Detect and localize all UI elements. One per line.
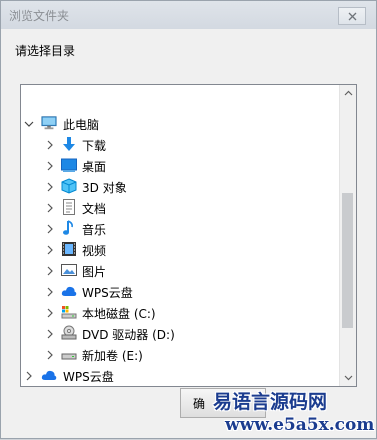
ok-button-label: 确 <box>192 396 205 411</box>
chevron-right-icon[interactable] <box>24 371 34 381</box>
document-icon <box>61 199 77 215</box>
desktop-icon <box>61 157 77 173</box>
tree-item-desktop[interactable]: 桌面 <box>21 155 340 176</box>
video-icon <box>61 241 77 257</box>
tree-item-label: 文档 <box>82 202 107 216</box>
cloud-icon <box>41 367 57 383</box>
cloud-icon <box>61 283 77 299</box>
title-bar[interactable]: 浏览文件夹 <box>1 1 376 29</box>
chevron-right-icon[interactable] <box>45 182 55 192</box>
dialog-body: 请选择目录 此电脑 下载 桌面 3D 对象 文档 音乐 视频 图片 WPS云盘 … <box>1 29 376 438</box>
chevron-right-icon[interactable] <box>45 287 55 297</box>
tree-item-label: 此电脑 <box>63 118 100 132</box>
tree-item-local-disk-c[interactable]: 本地磁盘 (C:) <box>21 302 340 323</box>
watermark-line2: www.e5a5x.com <box>225 415 375 435</box>
tree-item-label: 音乐 <box>82 223 107 237</box>
close-button[interactable] <box>338 7 366 25</box>
chevron-right-icon[interactable] <box>45 329 55 339</box>
music-note-icon <box>61 220 77 236</box>
local-disk-icon <box>61 304 77 320</box>
tree-item-pictures[interactable]: 图片 <box>21 260 340 281</box>
tree-item-this-pc[interactable]: 此电脑 <box>21 113 340 134</box>
chevron-up-icon <box>344 90 352 96</box>
tree-item-label: DVD 驱动器 (D:) <box>82 328 175 342</box>
prompt-text: 请选择目录 <box>15 44 76 58</box>
tree-item-wps-cloud[interactable]: WPS云盘 <box>21 281 340 302</box>
tree-item-label: 桌面 <box>82 160 107 174</box>
chevron-right-icon[interactable] <box>45 161 55 171</box>
chevron-right-icon[interactable] <box>45 140 55 150</box>
scroll-up-button[interactable] <box>340 85 356 101</box>
tree-item-3d-objects[interactable]: 3D 对象 <box>21 176 340 197</box>
scroll-down-button[interactable] <box>340 370 356 386</box>
chevron-right-icon[interactable] <box>45 308 55 318</box>
scroll-thumb[interactable] <box>342 193 353 328</box>
browse-folder-dialog: 浏览文件夹 请选择目录 此电脑 下载 桌面 3D 对象 文档 音乐 视频 图片 … <box>0 0 377 439</box>
tree-item-label: 本地磁盘 (C:) <box>82 307 156 321</box>
drive-icon <box>61 346 77 362</box>
3d-objects-icon <box>61 178 77 194</box>
tree-item-label: 新加卷 (E:) <box>82 349 143 363</box>
chevron-down-icon <box>344 375 352 381</box>
tree-item-dvd-drive-d[interactable]: DVD 驱动器 (D:) <box>21 323 340 344</box>
tree-item-label: 下载 <box>82 139 107 153</box>
close-icon <box>348 12 356 20</box>
chevron-right-icon[interactable] <box>45 245 55 255</box>
tree-item-videos[interactable]: 视频 <box>21 239 340 260</box>
tree-item-label: 视频 <box>82 244 107 258</box>
folder-tree[interactable]: 此电脑 下载 桌面 3D 对象 文档 音乐 视频 图片 WPS云盘 本地磁盘 (… <box>20 84 357 387</box>
chevron-right-icon[interactable] <box>45 350 55 360</box>
tree-item-downloads[interactable]: 下载 <box>21 134 340 155</box>
window-title: 浏览文件夹 <box>9 9 70 23</box>
tree-item-wps-cloud-root[interactable]: WPS云盘 <box>21 365 340 386</box>
tree-item-label: WPS云盘 <box>82 286 133 300</box>
chevron-right-icon[interactable] <box>45 266 55 276</box>
tree-item-label: 3D 对象 <box>82 181 127 195</box>
ok-button[interactable]: 确 <box>180 388 266 418</box>
picture-icon <box>61 262 77 278</box>
tree-item-label: 图片 <box>82 265 107 279</box>
tree-item-music[interactable]: 音乐 <box>21 218 340 239</box>
chevron-right-icon[interactable] <box>45 224 55 234</box>
tree-item-label: WPS云盘 <box>63 370 114 384</box>
tree-item-new-volume-e[interactable]: 新加卷 (E:) <box>21 344 340 365</box>
tree-item-documents[interactable]: 文档 <box>21 197 340 218</box>
dvd-drive-icon <box>61 325 77 341</box>
download-arrow-icon <box>61 136 77 152</box>
pc-monitor-icon <box>41 115 57 131</box>
chevron-right-icon[interactable] <box>45 203 55 213</box>
chevron-down-icon[interactable] <box>24 119 34 129</box>
vertical-scrollbar[interactable] <box>339 85 356 386</box>
